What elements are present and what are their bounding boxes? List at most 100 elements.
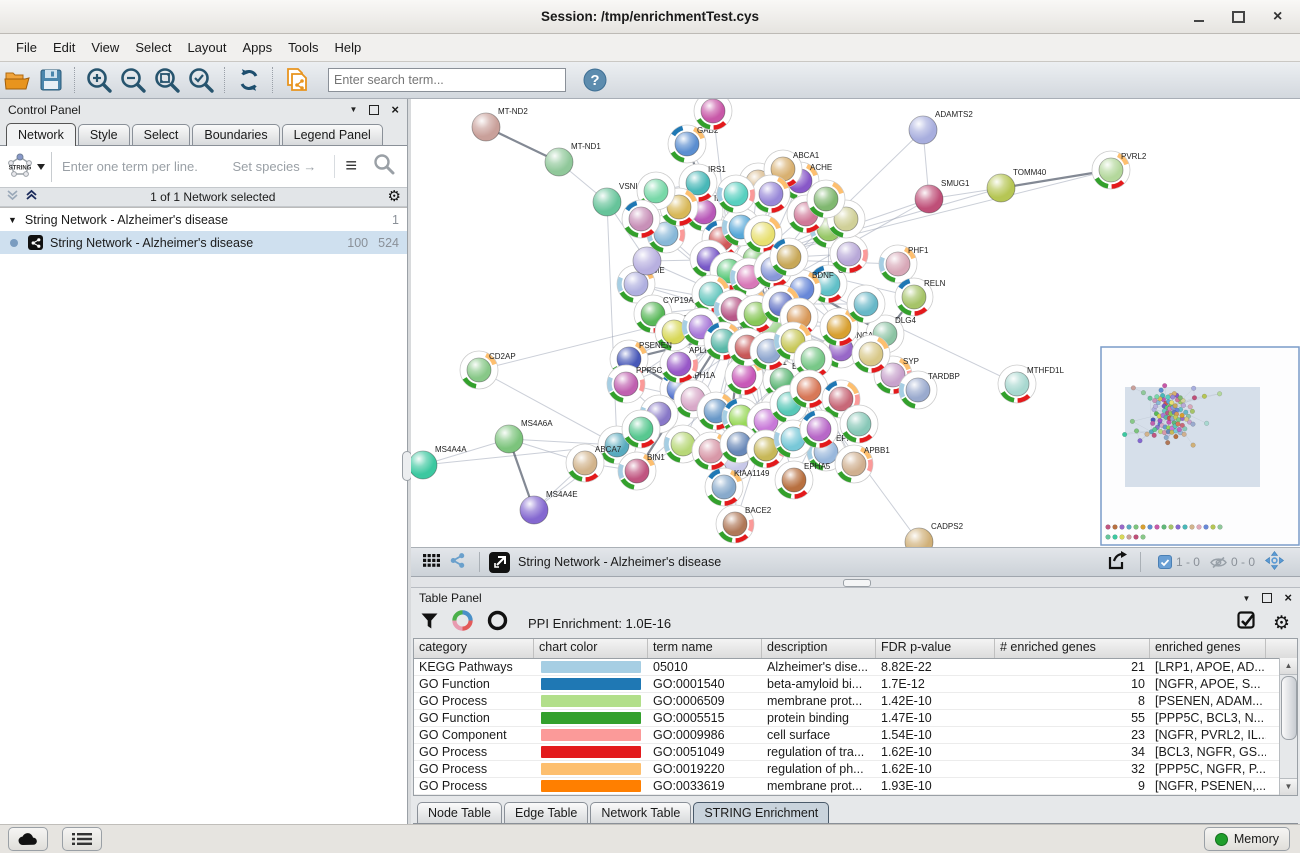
table-row[interactable]: GO FunctionGO:0001540beta-amyloid bi...1… [414,676,1297,693]
column-header-category[interactable]: category [414,639,534,658]
network-node-n94[interactable] [800,410,838,448]
menu-item-view[interactable]: View [83,36,127,59]
maximize-button[interactable] [1232,11,1245,23]
filter-icon[interactable] [421,613,438,634]
network-node-CD2AP[interactable]: CD2AP [460,351,516,389]
network-canvas[interactable]: MT-ND2MT-ND1VSNL1GAB2ADAMTS2PVRL2TOMM40S… [411,99,1300,548]
table-row[interactable]: GO ProcessGO:0019220regulation of ph...1… [414,761,1297,778]
select-columns-icon[interactable] [1237,611,1257,636]
expand-all-icon[interactable] [25,189,38,205]
column-header-chart-color[interactable]: chart color [534,639,648,658]
network-node-n80[interactable] [622,200,660,238]
network-node-n59[interactable] [770,238,808,276]
close-button[interactable]: × [1273,10,1286,23]
table-row[interactable]: GO ProcessGO:0050435beta-amyloid m...2.0… [414,795,1297,796]
panel-menu-caret-icon[interactable]: ▼ [1242,594,1250,603]
tab-boundaries[interactable]: Boundaries [192,124,279,145]
tab-node-table[interactable]: Node Table [417,802,502,823]
column-header-term-name[interactable]: term name [648,639,762,658]
network-node-GAB2[interactable]: GAB2 [668,125,719,163]
scrollbar-thumb[interactable] [1281,676,1297,740]
network-collection-row[interactable]: ▼ String Network - Alzheimer's disease 1 [0,208,407,231]
network-node-PHF1[interactable]: PHF1 [879,245,929,283]
network-node-MT-ND1[interactable]: MT-ND1 [545,142,601,176]
export-network-icon[interactable] [1102,551,1132,574]
network-node-n82[interactable] [830,235,868,273]
menu-item-tools[interactable]: Tools [280,36,326,59]
minimize-button[interactable] [1194,11,1204,22]
menu-item-layout[interactable]: Layout [179,36,234,59]
table-row[interactable]: GO FunctionGO:0005515protein binding1.47… [414,710,1297,727]
tab-string-enrichment[interactable]: STRING Enrichment [693,802,829,823]
table-scrollbar[interactable]: ▲ ▼ [1279,658,1297,795]
birds-eye-view[interactable] [1101,347,1299,545]
cloud-button[interactable] [8,827,48,851]
tab-edge-table[interactable]: Edge Table [504,802,588,823]
network-node-n84[interactable] [852,335,890,373]
birds-eye-toggle-icon[interactable] [1265,551,1284,573]
network-node-n96[interactable] [752,175,790,213]
tab-legend-panel[interactable]: Legend Panel [282,124,383,145]
column-header-description[interactable]: description [762,639,876,658]
zoom-out-icon[interactable] [118,65,148,95]
network-node-ADAMTS2[interactable]: ADAMTS2 [909,110,973,144]
network-node-n88[interactable] [840,405,878,443]
network-node-MT-ND2[interactable]: MT-ND2 [472,107,528,141]
network-node-BACE2[interactable]: BACE2 [716,505,772,543]
network-node-MS4A4A[interactable]: MS4A4A [411,445,467,479]
network-node-TARDBP[interactable]: TARDBP [899,371,960,409]
table-row[interactable]: KEGG Pathways05010Alzheimer's dise...8.8… [414,659,1297,676]
table-settings-gear-icon[interactable]: ⚙ [1273,612,1290,635]
network-node-SMUG1[interactable]: SMUG1 [915,179,970,213]
tab-style[interactable]: Style [78,124,130,145]
panel-menu-caret-icon[interactable]: ▼ [349,105,357,114]
string-query-placeholder[interactable]: Enter one term per line. [52,159,233,174]
network-node-BIN1[interactable]: BIN1 [618,452,665,490]
menu-item-apps[interactable]: Apps [235,36,281,59]
grid-view-icon[interactable] [419,554,444,570]
string-options-icon[interactable]: ≡ [334,155,367,178]
save-session-icon[interactable] [36,65,66,95]
column-header-FDR-p-value[interactable]: FDR p-value [876,639,995,658]
network-node-RELN[interactable]: RELN [895,278,946,316]
search-input[interactable] [328,68,566,92]
network-node-n86[interactable] [622,410,660,448]
menu-item-select[interactable]: Select [127,36,179,59]
network-row[interactable]: String Network - Alzheimer's disease 100… [0,231,407,254]
network-panel-gear-icon[interactable]: ⚙ [388,190,401,204]
network-node-n99[interactable] [807,180,845,218]
tab-select[interactable]: Select [132,124,191,145]
network-node-MTHFD1L[interactable]: MTHFD1L [998,365,1064,403]
menu-item-file[interactable]: File [8,36,45,59]
network-node-APBB1[interactable]: APBB1 [835,445,890,483]
menu-item-edit[interactable]: Edit [45,36,83,59]
tab-network[interactable]: Network [6,123,76,146]
enrichment-chart-icon[interactable] [452,610,473,636]
network-node-KIAA1149[interactable]: KIAA1149 [705,468,770,506]
task-list-button[interactable] [62,827,102,851]
network-node-n83[interactable] [847,285,885,323]
table-row[interactable]: GO ProcessGO:0006509membrane prot...1.42… [414,693,1297,710]
network-node-CADPS2[interactable]: CADPS2 [905,522,964,547]
tab-network-table[interactable]: Network Table [590,802,691,823]
column-header-enriched-genes[interactable]: enriched genes [1150,639,1266,658]
table-row[interactable]: GO ComponentGO:0009986cell surface1.54E-… [414,727,1297,744]
panel-close-icon[interactable]: × [391,105,399,115]
zoom-in-icon[interactable] [84,65,114,95]
table-row[interactable]: GO ProcessGO:0051049regulation of tra...… [414,744,1297,761]
network-node-MS4A6A[interactable]: MS4A6A [495,419,553,453]
panel-close-icon[interactable]: × [1284,593,1292,603]
refresh-icon[interactable] [234,65,264,95]
open-file-icon[interactable] [2,65,32,95]
splitter-grip[interactable] [843,579,871,587]
scroll-up-icon[interactable]: ▲ [1280,658,1297,675]
string-logo[interactable]: STRING [6,152,52,182]
open-in-new-window-icon[interactable] [489,552,510,573]
table-row[interactable]: GO ProcessGO:0033619membrane prot...1.93… [414,778,1297,795]
network-node-n97[interactable] [717,175,755,213]
panel-float-icon[interactable] [369,105,379,115]
remove-chart-icon[interactable] [487,610,508,636]
string-search-icon[interactable] [367,153,401,180]
help-icon[interactable]: ? [580,65,610,95]
column-header--enriched-genes[interactable]: # enriched genes [995,639,1150,658]
